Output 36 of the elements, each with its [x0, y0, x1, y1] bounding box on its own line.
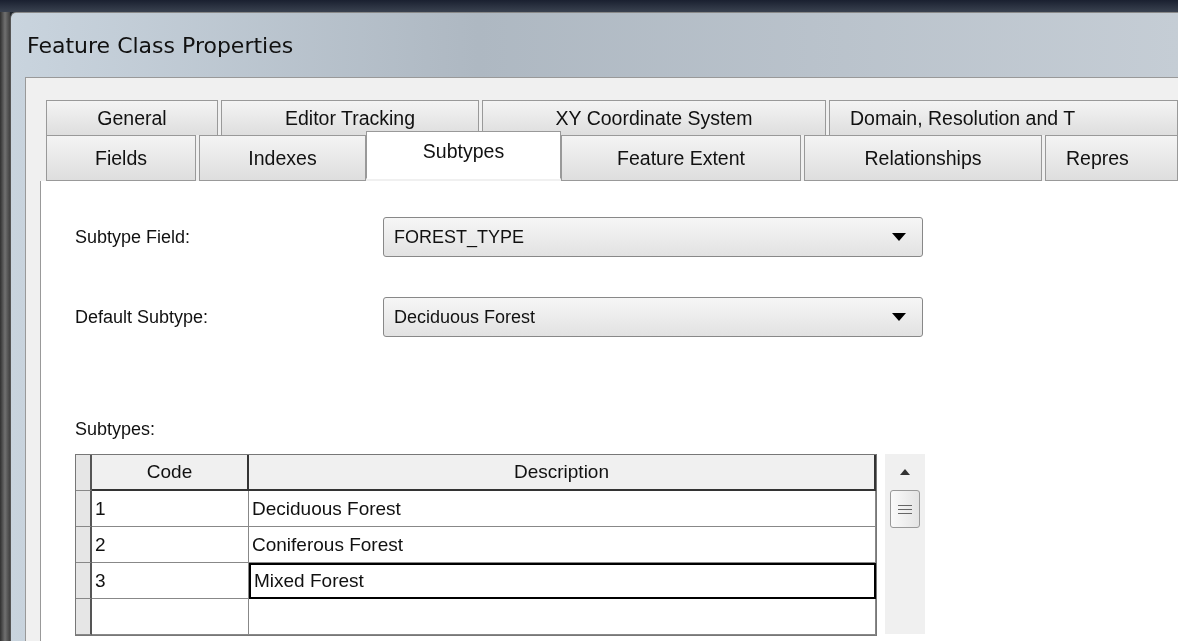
scroll-thumb[interactable]: [890, 490, 920, 528]
tab[interactable]: Relationships: [804, 135, 1042, 181]
tab[interactable]: Domain, Resolution and T: [829, 100, 1178, 135]
table-cell[interactable]: [92, 599, 249, 635]
scroll-up-arrow-icon[interactable]: [899, 468, 911, 476]
tab[interactable]: General: [46, 100, 218, 135]
table-cell[interactable]: 3: [92, 563, 249, 599]
tab[interactable]: Subtypes: [366, 131, 561, 179]
row-header[interactable]: [76, 563, 92, 599]
table-cell[interactable]: [249, 599, 876, 635]
row-header[interactable]: [76, 599, 92, 635]
field-label: Subtypes:: [75, 419, 157, 440]
dropdown[interactable]: FOREST_TYPE: [383, 217, 923, 257]
table-cell[interactable]: 2: [92, 527, 249, 563]
row-header[interactable]: [76, 527, 92, 563]
column-header[interactable]: Description: [249, 455, 876, 491]
tab[interactable]: Feature Extent: [561, 135, 801, 181]
field-label: Subtype Field:: [75, 226, 192, 248]
table-cell[interactable]: 1: [92, 491, 249, 527]
field-label: Default Subtype:: [75, 306, 210, 328]
tab[interactable]: Repres: [1045, 135, 1178, 181]
tab[interactable]: Indexes: [199, 135, 366, 181]
tab[interactable]: Editor Tracking: [221, 100, 479, 135]
caret-icon: [892, 313, 906, 321]
dropdown[interactable]: Deciduous Forest: [383, 297, 923, 337]
row-header[interactable]: [76, 491, 92, 527]
table-cell[interactable]: Mixed Forest: [249, 563, 876, 599]
column-header[interactable]: Code: [92, 455, 249, 491]
row-header[interactable]: [76, 455, 92, 491]
caret-icon: [892, 233, 906, 241]
window-title: Feature Class Properties: [27, 32, 294, 58]
tab[interactable]: Fields: [46, 135, 196, 181]
table-cell[interactable]: Deciduous Forest: [249, 491, 876, 527]
table-cell[interactable]: Coniferous Forest: [249, 527, 876, 563]
scrollbar[interactable]: [885, 454, 925, 634]
tab[interactable]: XY Coordinate System: [482, 100, 826, 135]
